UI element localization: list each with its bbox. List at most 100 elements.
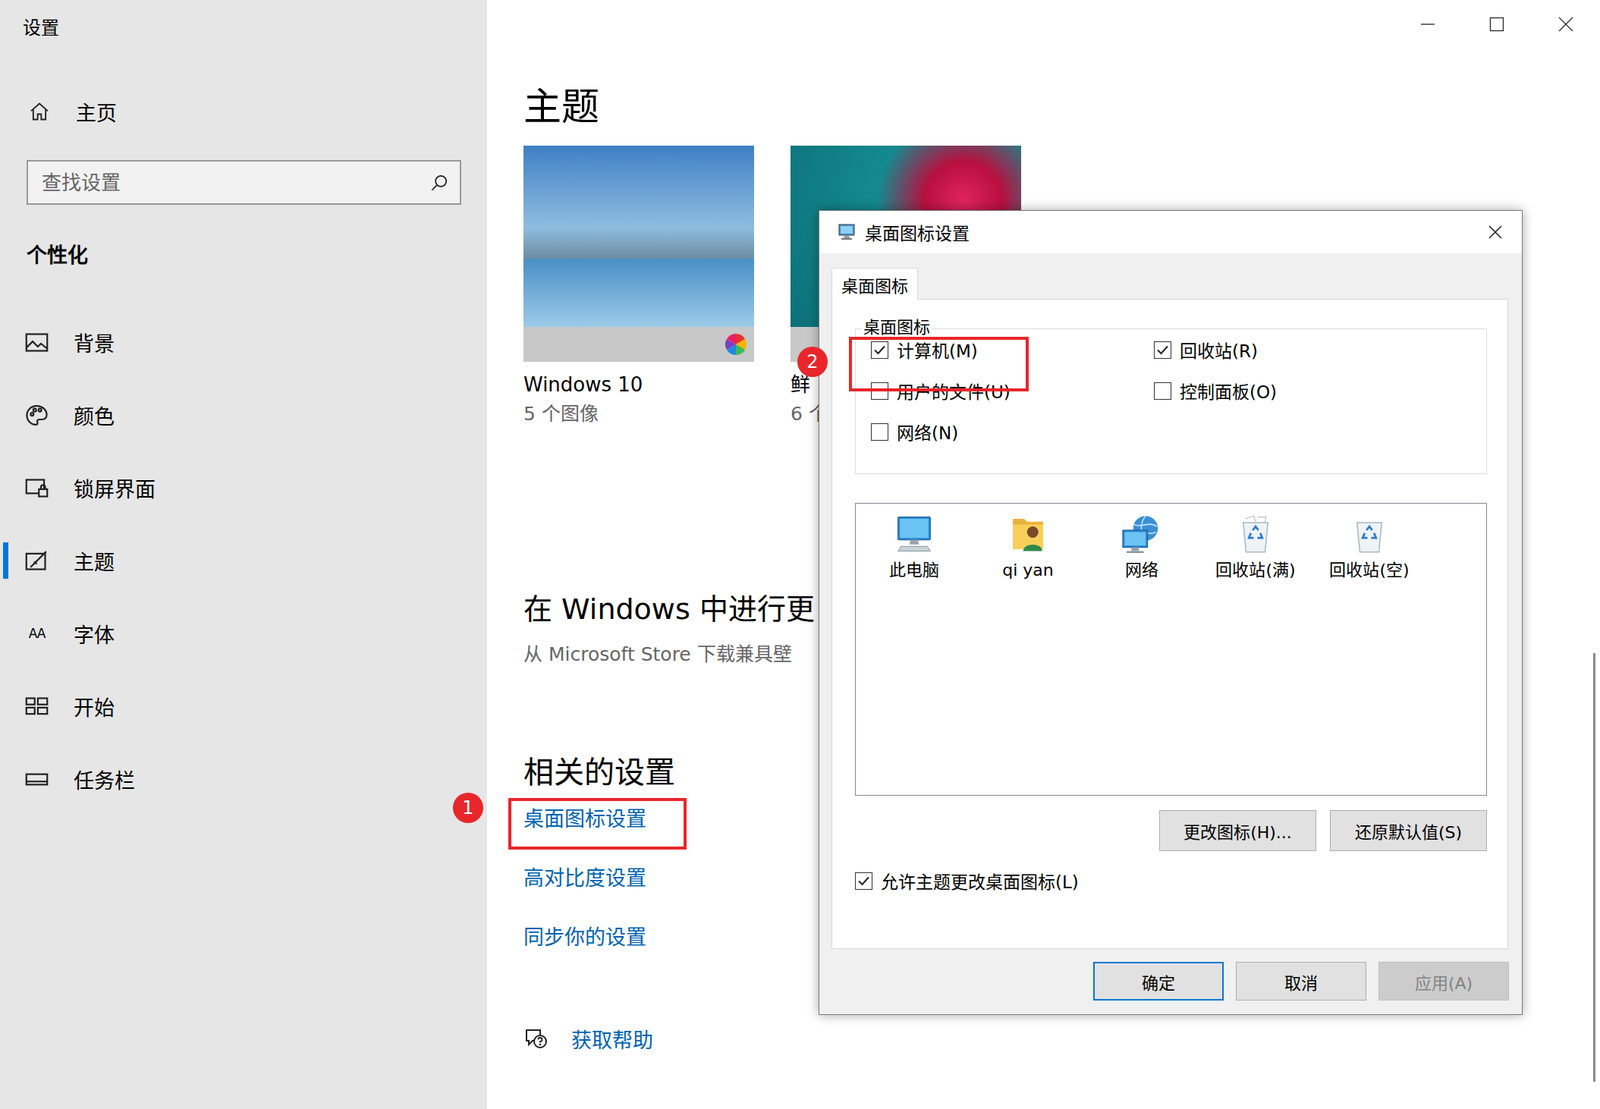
maximize-button[interactable] (1461, 0, 1531, 49)
desktop-icon[interactable]: 此电脑 (857, 511, 972, 582)
dialog-close-button[interactable] (1468, 210, 1522, 254)
desktop-icon-label[interactable]: qi yan (1002, 559, 1054, 582)
desktop-icon[interactable]: 回收站(空) (1312, 511, 1427, 582)
sidebar-item-label[interactable]: 颜色 (73, 400, 115, 431)
icon-button[interactable]: 更改图标(H)... (1159, 810, 1317, 852)
desktop-icon[interactable]: 回收站(满) (1198, 511, 1313, 582)
recycle-full-icon (1232, 511, 1279, 557)
sidebar-item[interactable]: 锁屏界面 (0, 451, 488, 525)
checkbox-label[interactable]: 网络(N) (896, 418, 959, 445)
minimize-icon (1419, 15, 1437, 33)
step-badge: 2 (797, 346, 828, 378)
font-glyph: AA (28, 625, 46, 642)
selection-bar (3, 542, 9, 579)
sidebar-item-label[interactable]: 任务栏 (73, 764, 136, 795)
dialog-button[interactable]: 确定 (1093, 961, 1224, 1001)
dialog-button: 应用(A) (1378, 961, 1509, 1001)
sidebar-item[interactable]: 任务栏 (0, 742, 488, 816)
home-link[interactable]: 主页 (0, 81, 488, 142)
sidebar-item[interactable]: AA 字体 (0, 597, 488, 670)
sidebar-item[interactable]: 主题 (0, 524, 488, 598)
desktop-icon-label[interactable]: 网络 (1125, 559, 1159, 582)
window-title: 设置 (22, 12, 60, 40)
allow-theme-row[interactable]: 允许主题更改桌面图标(L) (855, 865, 1487, 896)
checkbox-label[interactable]: 回收站(R) (1179, 336, 1258, 363)
checkbox[interactable] (1153, 341, 1172, 359)
recycle-empty-icon (1346, 511, 1393, 557)
checkbox[interactable] (855, 872, 873, 890)
icon-button-row: 更改图标(H)... 还原默认值(S) (855, 810, 1487, 852)
step-number: 2 (806, 352, 818, 371)
minimize-button[interactable] (1392, 0, 1462, 49)
desktop-icon-dialog: 桌面图标设置桌面图标桌面图标计算机(M)回收站(R)用户的文件(U)控制面板(O… (818, 210, 1523, 1016)
dialog-title-bar: 桌面图标设置 (819, 210, 1522, 254)
icon-group: 桌面图标计算机(M)回收站(R)用户的文件(U)控制面板(O)网络(N) (855, 328, 1487, 475)
desktop-icon[interactable]: 网络 (1084, 511, 1199, 582)
help-label[interactable]: 获取帮助 (571, 1024, 654, 1054)
section-title: 个性化 (26, 238, 89, 269)
color-icon (24, 402, 50, 428)
tab[interactable]: 桌面图标 (831, 267, 918, 300)
network-icon (1119, 511, 1165, 557)
dialog-button-label[interactable]: 确定 (1141, 969, 1176, 994)
sidebar-item[interactable]: 开始 (0, 669, 488, 743)
sidebar: 设置主页个性化背景颜色锁屏界面主题 AA 字体开始任务栏 (0, 0, 488, 1109)
taskbar-icon (24, 766, 50, 793)
sidebar-item-label[interactable]: 锁屏界面 (73, 473, 156, 503)
icon-button[interactable]: 还原默认值(S) (1329, 810, 1487, 852)
checkbox-label[interactable]: 计算机(M) (896, 336, 978, 363)
start-icon (24, 694, 50, 720)
search-icon (429, 172, 450, 193)
help-icon (523, 1026, 548, 1051)
dialog-button[interactable]: 取消 (1235, 961, 1367, 1001)
color-wheel-icon (723, 332, 749, 357)
theme-count: 5 个图像 (523, 400, 755, 428)
highlight-box (848, 336, 1029, 392)
sidebar-list: 背景颜色锁屏界面主题 AA 字体开始任务栏 (0, 305, 488, 816)
tab-row: 桌面图标 (819, 253, 1522, 299)
icon-list[interactable]: 此电脑 qi yan 网络 回收站(满) 回收站(空) (855, 502, 1487, 796)
highlight-box (508, 798, 687, 850)
sidebar-item-label[interactable]: 背景 (73, 327, 115, 358)
checkbox[interactable] (1153, 382, 1172, 400)
window-controls (1392, 0, 1600, 49)
desktop-icon-label[interactable]: 回收站(满) (1215, 559, 1296, 582)
home-label[interactable]: 主页 (75, 97, 117, 127)
theme-name[interactable]: Windows 10 (523, 370, 755, 399)
search-input[interactable] (41, 171, 422, 195)
sidebar-item[interactable]: 背景 (0, 305, 488, 379)
theme-card[interactable]: Windows 105 个图像 (523, 145, 755, 428)
monitor-icon (837, 222, 858, 243)
tab-label[interactable]: 桌面图标 (841, 272, 909, 297)
help-link[interactable]: 获取帮助 (523, 1023, 1600, 1054)
close-button[interactable] (1530, 0, 1600, 49)
dialog-button-label[interactable]: 取消 (1284, 969, 1318, 994)
sidebar-item-label[interactable]: 主题 (73, 546, 115, 576)
sidebar-item-label[interactable]: 开始 (73, 691, 115, 722)
close-icon (1486, 223, 1504, 241)
sidebar-item[interactable]: 颜色 (0, 378, 488, 452)
dialog-button-label: 应用(A) (1414, 969, 1473, 994)
tab-panel: 桌面图标计算机(M)回收站(R)用户的文件(U)控制面板(O)网络(N)此电脑q… (831, 298, 1509, 950)
desktop-icon-label[interactable]: 回收站(空) (1329, 559, 1409, 582)
checkbox-label[interactable]: 控制面板(O) (1179, 377, 1277, 404)
section-header: 个性化 (0, 229, 488, 278)
theme-preview[interactable] (523, 145, 755, 327)
title-bar: 设置 (0, 0, 488, 52)
desktop-icon[interactable]: qi yan (971, 511, 1085, 582)
dialog-button-row: 确定 取消 应用(A) (819, 961, 1522, 1001)
theme-icon (24, 548, 50, 574)
home-icon (28, 100, 51, 123)
sidebar-item-label[interactable]: 字体 (73, 619, 115, 649)
theme-strip (523, 326, 755, 362)
background-icon (24, 330, 50, 356)
checkbox[interactable] (870, 341, 889, 359)
search-box[interactable] (26, 160, 462, 205)
checkbox[interactable] (870, 423, 889, 441)
desktop-icon-label[interactable]: 此电脑 (889, 559, 940, 582)
checkbox-label[interactable]: 允许主题更改桌面图标(L) (880, 867, 1079, 894)
scrollbar[interactable] (1593, 653, 1596, 1082)
step-number: 1 (462, 798, 474, 818)
font-icon: AA (24, 621, 50, 647)
dialog-title: 桌面图标设置 (864, 219, 970, 246)
